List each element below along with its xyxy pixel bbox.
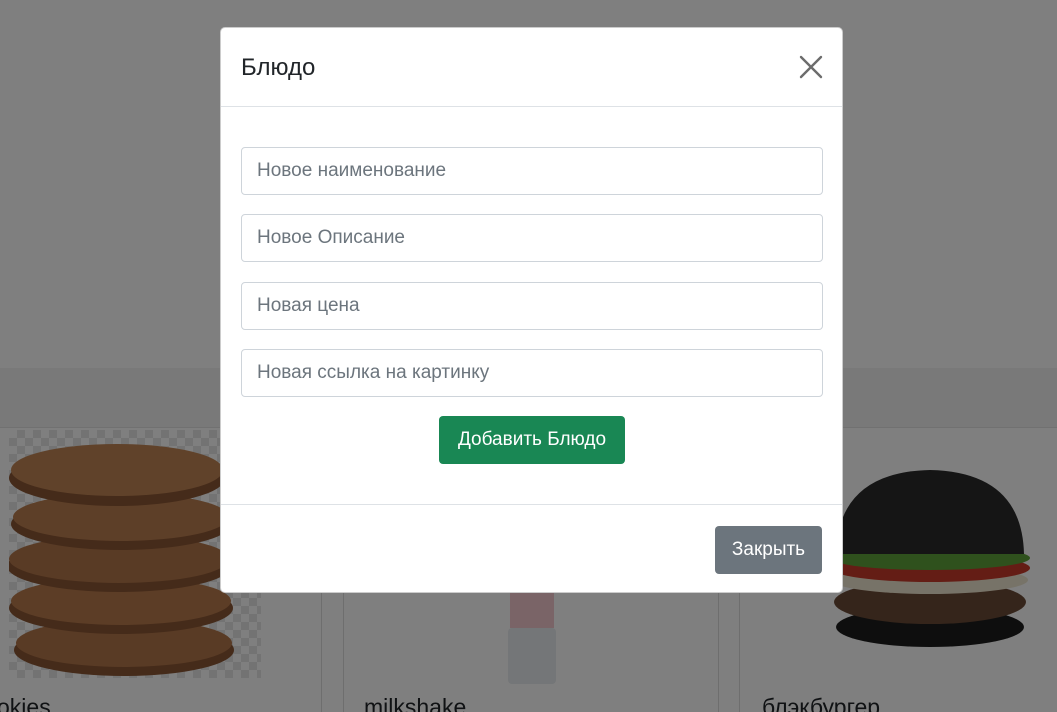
modal-body: Добавить Блюдо [221, 107, 842, 505]
dish-image-url-input[interactable] [241, 349, 823, 397]
dish-name-input[interactable] [241, 147, 823, 195]
dish-modal: Блюдо Добавить Блюдо Закрыть [220, 27, 843, 593]
modal-footer: Закрыть [221, 505, 842, 592]
close-icon[interactable] [798, 54, 824, 80]
modal-title: Блюдо [241, 54, 316, 81]
dish-description-input[interactable] [241, 214, 823, 262]
modal-header: Блюдо [221, 28, 842, 107]
dish-price-input[interactable] [241, 282, 823, 330]
close-button[interactable]: Закрыть [715, 526, 822, 574]
add-dish-button[interactable]: Добавить Блюдо [439, 416, 625, 464]
